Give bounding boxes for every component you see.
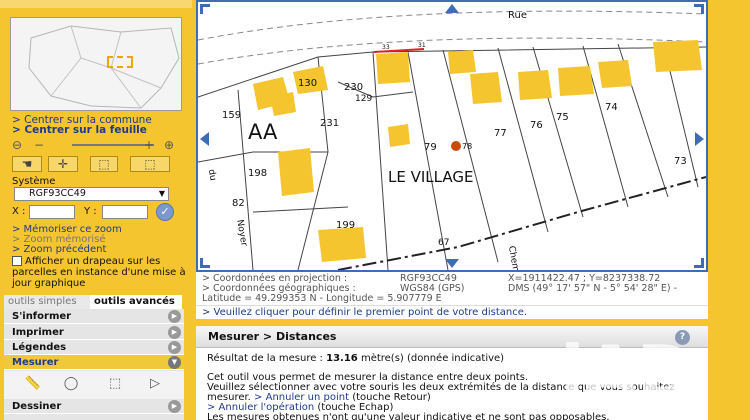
mesurer-tools: 📏 ◯ ⬚ ▷ <box>4 371 184 399</box>
tools-menu: S'informer ▶ Imprimer ▶ Légendes ▶ Mesurer ▼… <box>4 309 184 420</box>
measure-result: Résultat de la mesure : 13.16 mètre(s) (… <box>207 353 504 364</box>
parcel-number: 230 <box>344 82 364 93</box>
parcel-number: 78 <box>462 142 473 151</box>
instruction-hint: > Veuillez cliquer pour définir le premi… <box>196 305 708 319</box>
locality-label: LE VILLAGE <box>388 168 474 186</box>
measure-result-value: 13.16 <box>326 353 358 364</box>
top-stripe <box>0 0 192 8</box>
parcel-number: 77 <box>494 128 507 139</box>
parcel-number: 199 <box>336 220 356 231</box>
pan-down-icon[interactable] <box>445 259 459 268</box>
menu-item-label: Mesurer <box>12 357 59 368</box>
parcel-number: 159 <box>222 110 242 121</box>
systeme-label: Système <box>12 176 56 187</box>
parcel-number: 231 <box>320 118 340 129</box>
arrow-right-icon: ▶ <box>168 400 181 413</box>
menu-item-mesurer[interactable]: Mesurer ▼ <box>4 355 184 370</box>
circle-measure-icon[interactable]: ◯ <box>60 376 82 394</box>
parcel-number: 130 <box>298 78 318 89</box>
centrer-feuille-link[interactable]: > Centrer sur la feuille <box>12 124 147 136</box>
parcel-number: 73 <box>674 156 687 167</box>
overview-map[interactable] <box>10 17 182 111</box>
zoom-out-button[interactable]: − <box>34 138 44 152</box>
tools-tabs: outils simples outils avancés <box>4 295 188 309</box>
zoom-in-button[interactable]: + <box>144 138 154 152</box>
parcel-number: 33 <box>382 44 390 51</box>
help-line: Les mesures obtenues n'ont qu'une valeur… <box>207 412 610 420</box>
menu-item-sinformer[interactable]: S'informer ▶ <box>4 309 184 324</box>
parcel-number: 82 <box>232 198 245 209</box>
menu-item-dessiner[interactable]: Dessiner ▶ <box>4 399 184 414</box>
menu-item-imprimer[interactable]: Imprimer ▶ <box>4 325 184 340</box>
overview-viewport-marker[interactable] <box>107 56 133 68</box>
pan-se-icon[interactable] <box>694 258 704 268</box>
parcel-number: 75 <box>556 112 569 123</box>
parcel-number: 76 <box>530 120 543 131</box>
panel-title-text: Mesurer > Distances <box>208 330 337 343</box>
menu-item-label: S'informer <box>12 311 72 322</box>
arrow-right-icon: ▶ <box>168 310 181 323</box>
menu-item-label: Imprimer <box>12 327 64 338</box>
left-panel: > Centrer sur la commune > Centrer sur l… <box>0 0 192 420</box>
parcel-number: 129 <box>355 94 373 104</box>
measure-result-prefix: Résultat de la mesure : <box>207 353 323 364</box>
x-input[interactable] <box>29 205 75 219</box>
zoom-box-icon[interactable]: ⬚ <box>90 156 118 172</box>
pan-sw-icon[interactable] <box>200 258 210 268</box>
menu-item-label: Dessiner <box>12 401 62 412</box>
zoom-in-magnifier-icon[interactable]: ⊕ <box>164 138 174 152</box>
parcel-number: 31 <box>418 42 426 49</box>
overview-map-drawing <box>28 25 180 109</box>
menu-item-legendes[interactable]: Légendes ▶ <box>4 340 184 355</box>
pan-right-icon[interactable] <box>695 132 704 146</box>
measure-result-suffix: mètre(s) (donnée indicative) <box>360 353 505 364</box>
latlon-value: Latitude = 49.299353 N - Longitude = 5.9… <box>202 293 442 304</box>
systeme-select[interactable]: RGF93CC49 ▼ <box>14 187 169 201</box>
menu-item-label: Légendes <box>12 342 67 353</box>
pan-ne-icon[interactable] <box>694 4 704 14</box>
zoom-slider[interactable] <box>72 144 154 146</box>
section-label: AA <box>248 120 278 144</box>
street-side-label: du <box>205 168 218 182</box>
parcel-number: 79 <box>424 142 437 153</box>
zoom-toolbar: ⊖ − + ⊕ <box>12 138 182 152</box>
parcel-number: 67 <box>438 238 450 248</box>
ruler-distance-icon[interactable]: 📏 <box>22 376 44 394</box>
nav-toolbar: ☚ ✛ ⬚ ⬚ <box>12 156 182 174</box>
y-input[interactable] <box>102 205 148 219</box>
x-label: X : <box>12 206 26 217</box>
systeme-select-value: RGF93CC49 <box>29 188 86 199</box>
pan-nw-icon[interactable] <box>200 4 210 14</box>
street-label: Rue <box>508 10 527 21</box>
tab-outils-avances[interactable]: outils avancés <box>90 295 182 309</box>
arrow-right-icon: ▶ <box>168 326 181 339</box>
zoom-window-icon[interactable]: ⬚ <box>130 156 170 172</box>
center-crosshair-icon[interactable]: ✛ <box>48 156 78 172</box>
coordinate-info: > Coordonnées en projection : RGF93CC49 … <box>196 272 708 305</box>
area-measure-icon[interactable]: ⬚ <box>104 376 126 394</box>
tab-outils-simples[interactable]: outils simples <box>4 295 90 309</box>
pan-left-icon[interactable] <box>200 132 209 146</box>
angle-measure-icon[interactable]: ▷ <box>144 376 166 394</box>
parcel-number: 74 <box>605 102 618 113</box>
chevron-down-icon: ▼ <box>158 189 165 198</box>
coordinate-entry: X : Y : ✓ <box>12 203 187 221</box>
pan-up-icon[interactable] <box>445 4 459 13</box>
arrow-down-icon: ▼ <box>168 356 181 369</box>
parcel-number: 198 <box>248 168 268 179</box>
y-label: Y : <box>84 206 97 217</box>
go-to-coordinates-button[interactable]: ✓ <box>156 203 174 221</box>
cadastral-map[interactable]: Rue AA LE VILLAGE 159 130 230 129 231 79… <box>196 0 708 272</box>
iad-watermark-subtitle: IMMOBILIER <box>576 400 671 413</box>
pan-hand-icon[interactable]: ☚ <box>12 156 42 172</box>
geo-value: DMS (49° 17' 57" N - 5° 54' 28" E) - <box>508 283 678 294</box>
zoom-out-magnifier-icon[interactable]: ⊖ <box>12 138 22 152</box>
arrow-right-icon: ▶ <box>168 341 181 354</box>
flag-label: Afficher un drapeau sur les parcelles en… <box>12 256 186 289</box>
zoom-precedent-link[interactable]: > Zoom précédent <box>12 244 106 255</box>
